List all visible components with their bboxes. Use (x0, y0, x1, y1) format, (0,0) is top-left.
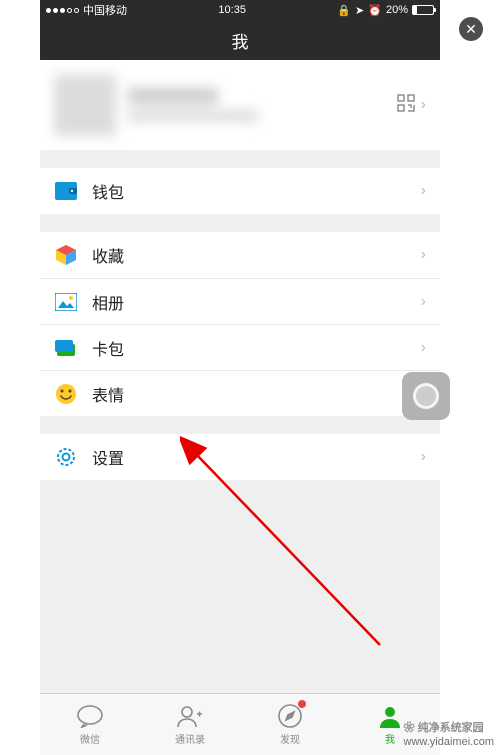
alarm-icon: ⏰ (368, 4, 382, 17)
chevron-right-icon: › (421, 339, 426, 357)
person-icon (378, 703, 402, 729)
battery-percent: 20% (386, 4, 408, 16)
album-label: 相册 (92, 290, 421, 314)
chevron-right-icon: › (421, 182, 426, 200)
cards-row[interactable]: 卡包 › (40, 324, 440, 370)
clock: 10:35 (218, 4, 246, 16)
signal-icon (46, 8, 79, 13)
emoji-icon (54, 382, 78, 406)
close-button[interactable]: ✕ (459, 17, 483, 41)
chevron-right-icon: › (421, 96, 426, 114)
favorites-icon (54, 243, 78, 267)
contacts-icon (177, 703, 203, 729)
qr-icon (397, 94, 415, 117)
tab-chats-label: 微信 (80, 731, 100, 746)
assistive-touch[interactable] (402, 372, 450, 420)
album-row[interactable]: 相册 › (40, 278, 440, 324)
stickers-row[interactable]: 表情 › (40, 370, 440, 416)
nav-bar: 我 (40, 20, 440, 60)
stickers-label: 表情 (92, 382, 421, 406)
watermark: ❀ 纯净系统家园 www.yidaimei.com (404, 721, 494, 749)
battery-icon (412, 5, 434, 15)
settings-label: 设置 (92, 445, 421, 469)
tab-discover-label: 发现 (280, 731, 300, 746)
carrier-label: 中国移动 (83, 2, 127, 18)
wallet-icon (54, 179, 78, 203)
favorites-row[interactable]: 收藏 › (40, 232, 440, 278)
tab-bar: 微信 通讯录 发现 我 (40, 693, 440, 755)
wallet-label: 钱包 (92, 179, 421, 203)
avatar (54, 74, 116, 136)
lock-icon: 🔒 (337, 4, 351, 17)
profile-row[interactable]: › (40, 60, 440, 150)
gear-icon (54, 445, 78, 469)
album-icon (54, 290, 78, 314)
tab-contacts-label: 通讯录 (175, 731, 205, 746)
status-bar: 中国移动 10:35 🔒 ➤ ⏰ 20% (40, 0, 440, 20)
page-title: 我 (232, 28, 249, 53)
chevron-right-icon: › (421, 448, 426, 466)
favorites-label: 收藏 (92, 243, 421, 267)
cards-icon (54, 336, 78, 360)
tab-discover[interactable]: 发现 (240, 694, 340, 755)
cards-label: 卡包 (92, 336, 421, 360)
tab-contacts[interactable]: 通讯录 (140, 694, 240, 755)
wallet-row[interactable]: 钱包 › (40, 168, 440, 214)
phone-screenshot: 中国移动 10:35 🔒 ➤ ⏰ 20% 我 (40, 0, 440, 730)
chevron-right-icon: › (421, 246, 426, 264)
settings-row[interactable]: 设置 › (40, 434, 440, 480)
tab-me-label: 我 (385, 731, 395, 746)
chat-icon (76, 703, 104, 729)
chevron-right-icon: › (421, 293, 426, 311)
notification-badge (298, 700, 306, 708)
location-icon: ➤ (355, 4, 364, 17)
tab-chats[interactable]: 微信 (40, 694, 140, 755)
profile-text (128, 88, 397, 122)
